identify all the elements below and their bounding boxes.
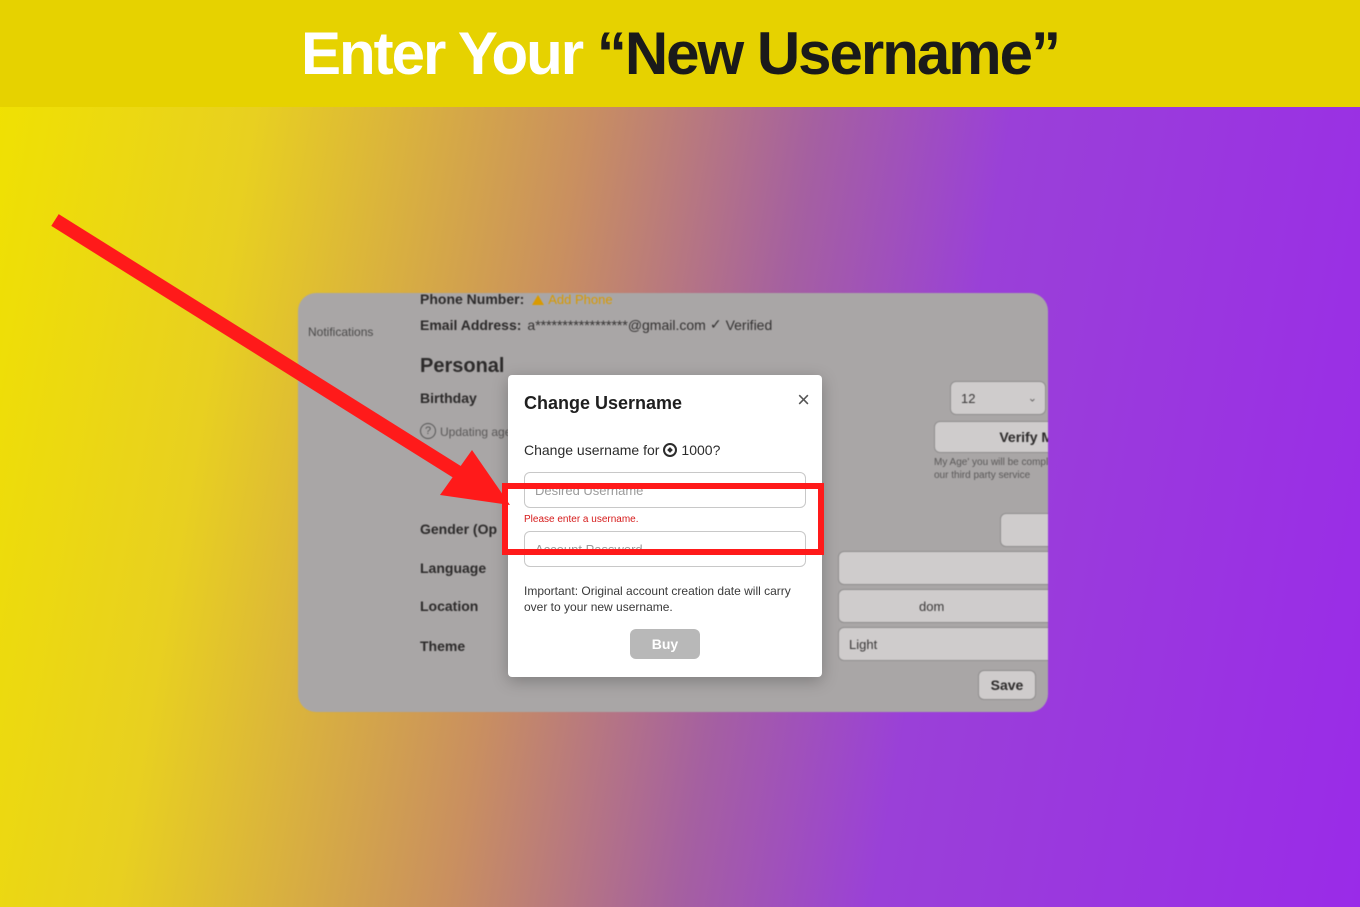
- birthday-day-value: 12: [961, 391, 975, 406]
- account-password-input[interactable]: [524, 531, 806, 567]
- modal-note: Important: Original account creation dat…: [524, 583, 806, 615]
- verify-note: My Age' you will be completing an ID ope…: [934, 456, 1048, 482]
- close-icon[interactable]: ×: [797, 389, 810, 411]
- info-icon: ?: [420, 423, 436, 439]
- location-label: Location: [420, 598, 478, 614]
- verify-age-button[interactable]: Verify My Age: [934, 421, 1048, 453]
- gender-label: Gender (Op: [420, 521, 497, 537]
- updating-age-text: Updating age: [440, 425, 511, 439]
- email-value: a*****************@gmail.com: [527, 317, 705, 333]
- banner-text-part1: Enter Your: [301, 20, 597, 87]
- desired-username-input[interactable]: [524, 472, 806, 508]
- instruction-banner: Enter Your “New Username”: [0, 0, 1360, 107]
- warning-icon: [530, 293, 548, 307]
- birthday-label: Birthday: [420, 390, 477, 406]
- save-label: Save: [991, 677, 1024, 693]
- email-verified: Verified: [726, 317, 773, 333]
- location-select[interactable]: dom ⌄: [838, 589, 1048, 623]
- add-phone-link[interactable]: Add Phone: [548, 293, 612, 307]
- modal-question-prefix: Change username for: [524, 442, 659, 458]
- theme-label: Theme: [420, 638, 465, 654]
- buy-button[interactable]: Buy: [630, 629, 700, 659]
- buy-label: Buy: [652, 636, 678, 652]
- language-select[interactable]: ⌄: [838, 551, 1048, 585]
- gender-option[interactable]: [1000, 513, 1048, 547]
- banner-text-part2: “New Username”: [597, 20, 1059, 87]
- sidebar-item-notifications[interactable]: Notifications: [308, 325, 373, 339]
- phone-label: Phone Number:: [420, 293, 524, 307]
- theme-value: Light: [849, 637, 877, 652]
- robux-icon: [661, 440, 681, 460]
- location-value: dom: [919, 599, 944, 614]
- email-row: Email Address: a*****************@gmail.…: [420, 316, 1048, 333]
- personal-heading: Personal: [420, 355, 504, 378]
- modal-title: Change Username: [524, 393, 806, 414]
- birthday-day-select[interactable]: 12 ⌄: [950, 381, 1046, 415]
- email-label: Email Address:: [420, 317, 521, 333]
- change-username-modal: × Change Username Change username for 10…: [508, 375, 822, 677]
- phone-row: Phone Number: Add Phone: [420, 293, 1048, 307]
- chevron-down-icon: ⌄: [1028, 392, 1037, 405]
- modal-question: Change username for 1000?: [524, 442, 806, 458]
- save-button[interactable]: Save: [978, 670, 1036, 700]
- username-error: Please enter a username.: [524, 514, 806, 525]
- check-icon: ✓: [710, 316, 722, 333]
- banner-text: Enter Your “New Username”: [301, 19, 1059, 88]
- language-label: Language: [420, 560, 486, 576]
- verify-age-label: Verify My Age: [999, 429, 1048, 445]
- theme-select[interactable]: Light ⌄: [838, 627, 1048, 661]
- modal-cost: 1000?: [681, 442, 720, 458]
